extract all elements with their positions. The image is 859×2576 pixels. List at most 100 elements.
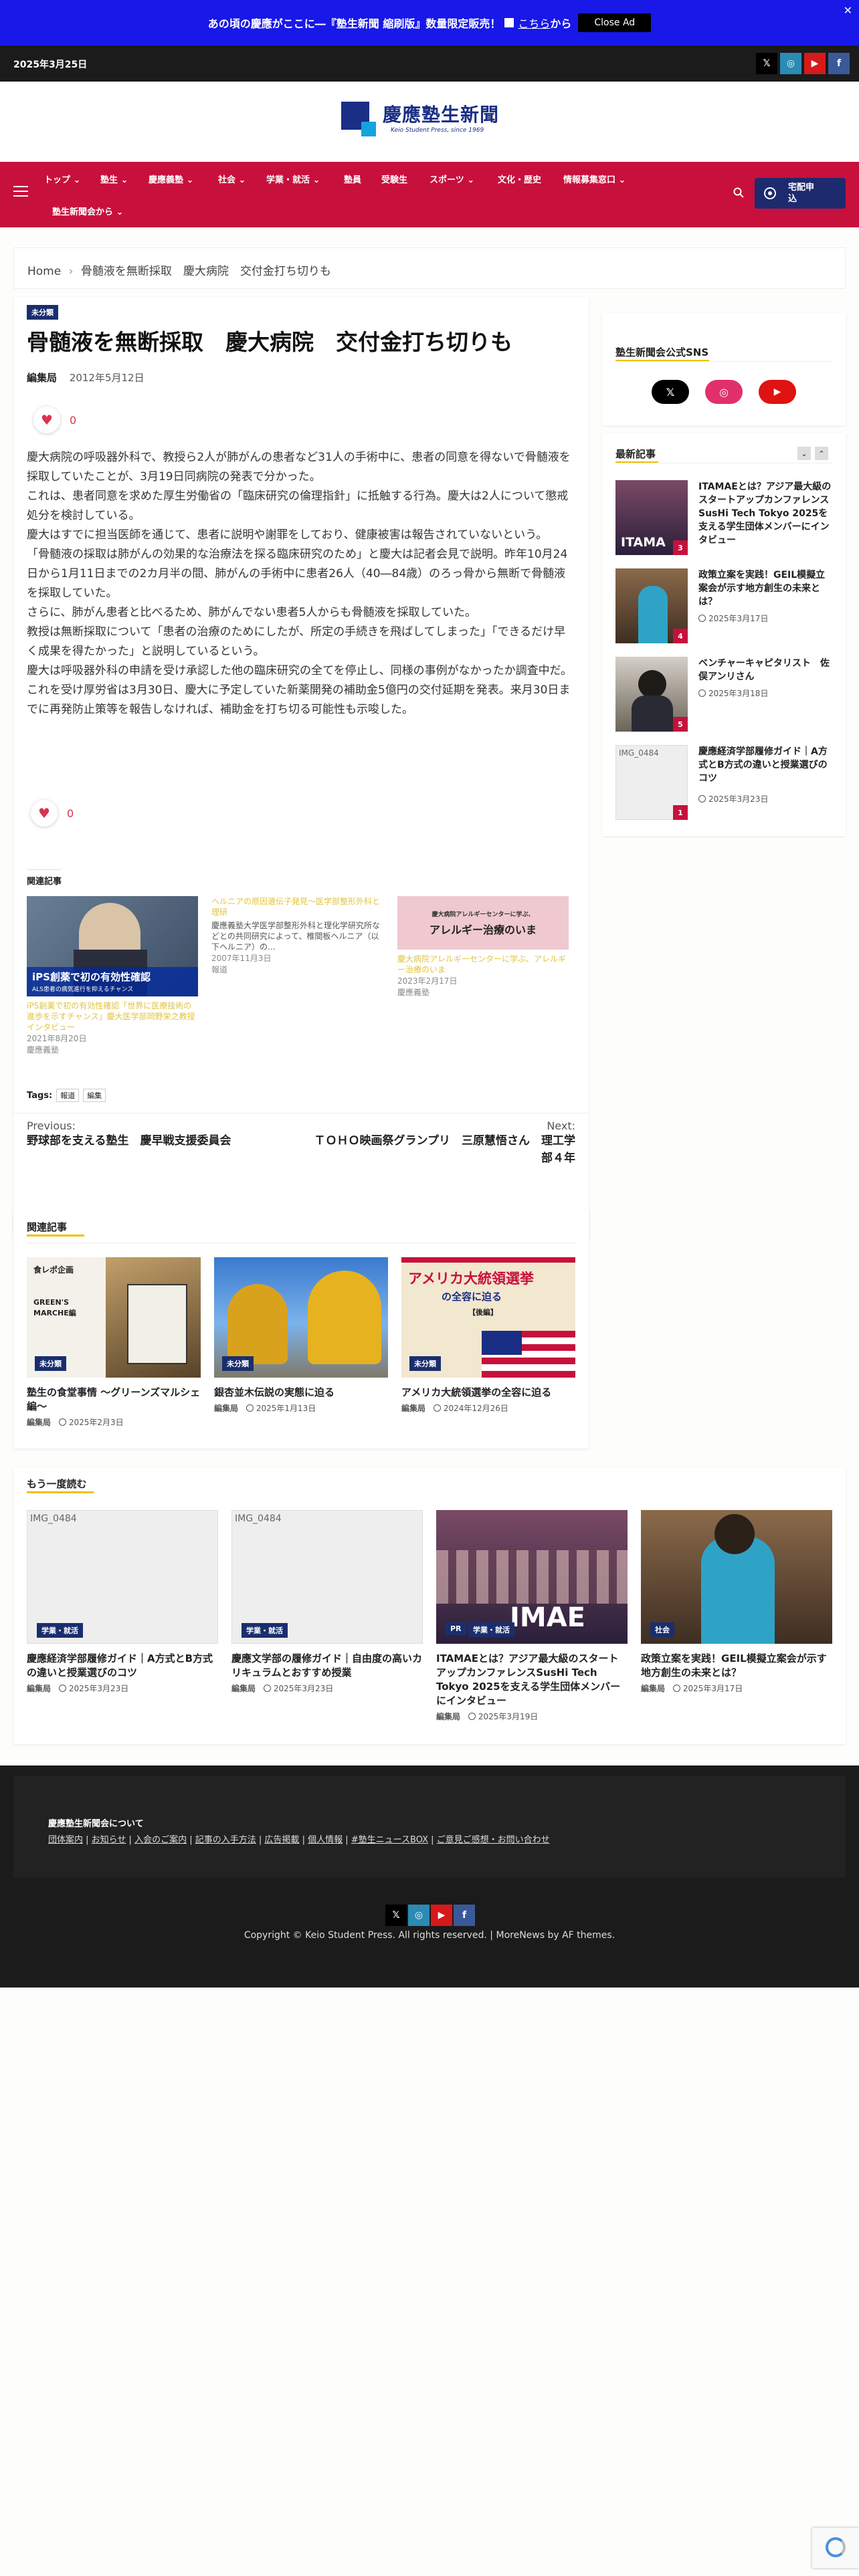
heart-icon[interactable]: ♥ xyxy=(31,800,58,827)
related-image: 未分類 xyxy=(214,1257,388,1378)
banner-link[interactable]: こちら xyxy=(518,15,550,31)
again-title[interactable]: ITAMAEとは？アジア最大級のスタートアップカンファレンスSusHi Tech… xyxy=(436,1652,628,1708)
related-item[interactable]: 食レポ企画 GREEN'S MARCHE編 未分類 塾生の食堂事情 ～グリーンズ… xyxy=(27,1257,201,1428)
menu-icon[interactable] xyxy=(13,186,28,197)
latest-item[interactable]: 4 政策立案を実践！GEIL模擬立案会が示す地方創生の未来とは？ 2025年3月… xyxy=(615,568,832,643)
breadcrumb: Home › 骨髄液を無断採取 慶大病院 交付金打ち切りも xyxy=(13,247,846,289)
latest-title[interactable]: 政策立案を実践！GEIL模擬立案会が示す地方創生の未来とは？ xyxy=(698,568,832,609)
again-title[interactable]: 政策立案を実践！GEIL模擬立案会が示す地方創生の未来とは？ xyxy=(641,1652,832,1680)
related-heading: 関連記事 xyxy=(27,1221,68,1233)
nav-item-top[interactable]: トップ ⌄ xyxy=(44,173,80,185)
footer-link[interactable]: 入会のご案内 xyxy=(134,1835,187,1845)
article-paragraph: 慶大病院の呼吸器外科で、教授ら2人が肺がんの患者など31人の手術中に、患者の同意… xyxy=(27,451,571,484)
nav-item-alumni[interactable]: 塾員 xyxy=(344,173,361,185)
nav-item-sports[interactable]: スポーツ ⌄ xyxy=(430,173,474,185)
related-image: アメリカ大統領選挙 の全容に迫る 【後編】 未分類 xyxy=(401,1257,575,1378)
prev-post[interactable]: Previous: 野球部を支える塾生 慶早戦支援委員会 xyxy=(27,1119,294,1150)
close-ad-button[interactable]: Close Ad xyxy=(578,13,652,32)
nav-item-keio[interactable]: 慶應義塾 ⌄ xyxy=(149,173,193,185)
footer-link[interactable]: ご意見ご感想・お問い合わせ xyxy=(437,1835,550,1845)
nav-item-society[interactable]: 社会 ⌄ xyxy=(218,173,246,185)
delivery-button[interactable]: 宅配申込 xyxy=(755,178,846,209)
again-title[interactable]: 慶應文学部の履修ガイド｜自由度の高いカリキュラムとおすすめ授業 xyxy=(231,1652,423,1680)
youtube-icon[interactable]: ▶ xyxy=(431,1905,452,1926)
inline-related-item[interactable]: 慶大病院アレルギーセンターに学ぶ、 アレルギー治療のいま 慶大病院アレルギーセン… xyxy=(397,896,569,998)
nav-item-study[interactable]: 学業・就活 ⌄ xyxy=(266,173,320,185)
latest-title[interactable]: ITAMAEとは？アジア最大級のスタートアップカンファレンスSusHi Tech… xyxy=(698,480,832,547)
close-icon[interactable]: ✕ xyxy=(844,4,852,17)
again-item[interactable]: IMG_0484 学業・就活 慶應経済学部履修ガイド｜A方式とB方式の違いと授業… xyxy=(27,1510,218,1694)
logo-mark-accent xyxy=(361,122,376,136)
site-logo[interactable]: 慶應塾生新聞 Keio Student Press, since 1969 xyxy=(341,98,520,144)
instagram-icon[interactable]: ◎ xyxy=(408,1905,430,1926)
article-author[interactable]: 編集局 xyxy=(27,372,57,384)
again-item[interactable]: IMG_0484 学業・就活 慶應文学部の履修ガイド｜自由度の高いカリキュラムと… xyxy=(231,1510,423,1694)
nav-item-culture[interactable]: 文化・歴史 xyxy=(498,173,541,185)
tag[interactable]: 報道 xyxy=(56,1089,80,1102)
x-icon[interactable]: 𝕏 xyxy=(652,380,689,404)
search-icon[interactable] xyxy=(733,187,744,198)
article-paragraph: 慶大は呼吸器外科の申請を受け承認した他の臨床研究の全てを停止し、同様の事例がなか… xyxy=(27,664,573,677)
again-image: IMG_0484 学業・就活 xyxy=(231,1510,423,1644)
inline-related-title[interactable]: ヘルニアの原因遺伝子発見～医学部整形外科と理研 xyxy=(211,896,383,918)
footer-link[interactable]: #塾生ニュースBOX xyxy=(351,1835,428,1845)
breadcrumb-home[interactable]: Home xyxy=(27,265,61,278)
inline-related-title[interactable]: 慶大病院アレルギーセンターに学ぶ、アレルギー治療のいま xyxy=(397,954,569,975)
category-badge[interactable]: 未分類 xyxy=(27,305,58,320)
copyright: Copyright © Keio Student Press. All righ… xyxy=(244,1930,615,1941)
breadcrumb-area: Home › 骨髄液を無断採取 慶大病院 交付金打ち切りも xyxy=(0,227,859,297)
related-item[interactable]: 未分類 銀杏並木伝説の実態に迫る 編集局 2025年1月13日 xyxy=(214,1257,388,1414)
instagram-icon[interactable]: ◎ xyxy=(780,53,801,74)
inline-related-item[interactable]: iPS創薬で初の有効性確認 ALS患者の病気進行を抑えるチャンス iPS創薬で初… xyxy=(27,896,198,1055)
related-image: 食レポ企画 GREEN'S MARCHE編 未分類 xyxy=(27,1257,201,1378)
chevron-down-icon[interactable]: ⌄ xyxy=(797,447,811,460)
footer-link[interactable]: 個人情報 xyxy=(308,1835,343,1845)
article-title: 骨髄液を無断採取 慶大病院 交付金打ち切りも xyxy=(27,329,512,355)
latest-title[interactable]: 慶應経済学部履修ガイド｜A方式とB方式の違いと授業選びのコツ xyxy=(698,745,832,785)
chevron-up-icon[interactable]: ⌃ xyxy=(815,447,828,460)
related-title[interactable]: アメリカ大統領選挙の全容に迫る xyxy=(401,1386,575,1400)
again-item[interactable]: IMAE PR 学業・就活 ITAMAEとは？アジア最大級のスタートアップカンフ… xyxy=(436,1510,628,1722)
heart-icon[interactable]: ♥ xyxy=(33,407,60,433)
like-widget-top: ♥ 0 xyxy=(33,407,76,433)
x-icon[interactable]: 𝕏 xyxy=(756,53,777,74)
inline-related-title[interactable]: iPS創薬で初の有効性確認「世界に医療技術の進歩を示すチャンス」慶大医学部岡野栄… xyxy=(27,1000,198,1033)
youtube-icon[interactable]: ▶ xyxy=(804,53,826,74)
top-bar: 2025年3月25日 𝕏 ◎ ▶ f xyxy=(0,45,859,82)
footer-link[interactable]: 記事の入手方法 xyxy=(195,1835,256,1845)
breadcrumb-current: 骨髄液を無断採取 慶大病院 交付金打ち切りも xyxy=(80,265,331,278)
facebook-icon[interactable]: f xyxy=(454,1905,475,1926)
latest-title[interactable]: ベンチャーキャピタリスト 佐俣アンリさん xyxy=(698,657,832,683)
recaptcha-badge[interactable] xyxy=(812,2528,859,2568)
nav-item-club[interactable]: 塾生新聞会から ⌄ xyxy=(52,205,123,217)
latest-item[interactable]: 5 ベンチャーキャピタリスト 佐俣アンリさん 2025年3月18日 xyxy=(615,657,832,732)
next-post[interactable]: Next: ＴＯＨＯ映画祭グランプリ 三原慧悟さん 理工学部４年 xyxy=(308,1119,576,1167)
inline-related-item[interactable]: ヘルニアの原因遺伝子発見～医学部整形外科と理研 慶應義塾大学医学部整形外科と理化… xyxy=(211,896,383,975)
again-title[interactable]: 慶應経済学部履修ガイド｜A方式とB方式の違いと授業選びのコツ xyxy=(27,1652,218,1680)
latest-item[interactable]: IMG_0484 1 慶應経済学部履修ガイド｜A方式とB方式の違いと授業選びのコ… xyxy=(615,745,832,820)
youtube-icon[interactable]: ▶ xyxy=(759,380,796,404)
again-item[interactable]: 社会 政策立案を実践！GEIL模擬立案会が示す地方創生の未来とは？ 編集局 20… xyxy=(641,1510,832,1694)
current-date: 2025年3月25日 xyxy=(13,60,88,70)
article-paragraph: これは、患者同意を求めた厚生労働省の「臨床研究の倫理指針」に抵触する行為。慶大は… xyxy=(27,490,569,522)
again-section: もう一度読む IMG_0484 学業・就活 慶應経済学部履修ガイド｜A方式とB方… xyxy=(13,1467,846,1744)
x-icon[interactable]: 𝕏 xyxy=(385,1905,407,1926)
sidebar-latest: 最新記事 ⌄ ⌃ ITAMA 3 ITAMAEとは？アジア最大級のスタートアップ… xyxy=(602,433,846,836)
latest-item[interactable]: ITAMA 3 ITAMAEとは？アジア最大級のスタートアップカンファレンスSu… xyxy=(615,480,832,555)
nav-item-examinee[interactable]: 受験生 xyxy=(381,173,407,185)
instagram-icon[interactable]: ◎ xyxy=(705,380,743,404)
footer-link[interactable]: 広告掲載 xyxy=(264,1835,299,1845)
nav-item-student[interactable]: 塾生 ⌄ xyxy=(100,173,128,185)
related-title[interactable]: 銀杏並木伝説の実態に迫る xyxy=(214,1386,388,1400)
article-paragraph: さらに、肺がん患者と比べるため、肺がんでない患者5人からも骨髄液を採取していた。 xyxy=(27,606,476,619)
logo-title: 慶應塾生新聞 xyxy=(383,104,500,126)
related-item[interactable]: アメリカ大統領選挙 の全容に迫る 【後編】 未分類 アメリカ大統領選挙の全容に迫… xyxy=(401,1257,575,1414)
related-title[interactable]: 塾生の食堂事情 ～グリーンズマルシェ編～ xyxy=(27,1386,201,1414)
tag[interactable]: 編集 xyxy=(83,1089,106,1102)
like-count: 0 xyxy=(67,807,74,820)
footer-link[interactable]: お知らせ xyxy=(92,1835,126,1845)
nav-item-info[interactable]: 情報募集窓口 ⌄ xyxy=(563,173,626,185)
latest-heading: 最新記事 xyxy=(615,448,656,460)
facebook-icon[interactable]: f xyxy=(828,53,850,74)
footer-link[interactable]: 団体案内 xyxy=(48,1835,83,1845)
